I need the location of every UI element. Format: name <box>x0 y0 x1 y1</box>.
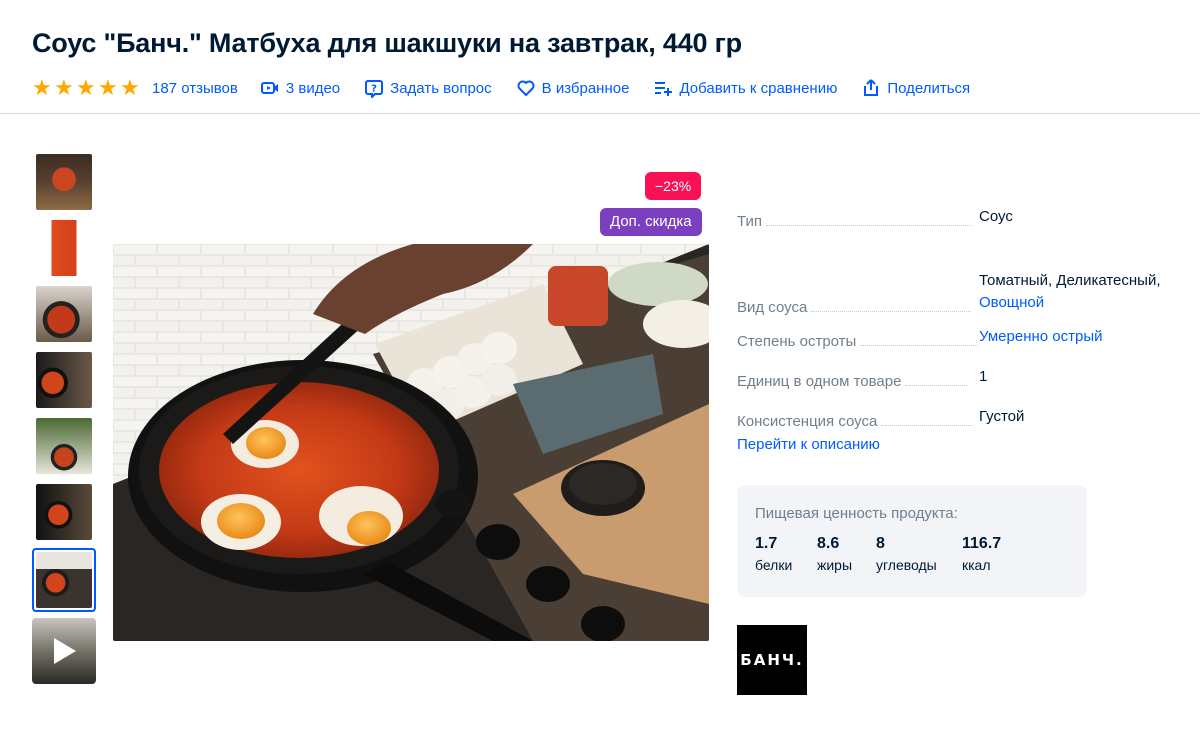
heart-icon <box>516 78 536 98</box>
nutrition-value: 116.7 <box>962 535 1002 552</box>
brand-logo[interactable]: БАНЧ. <box>737 625 807 695</box>
thumbnail[interactable] <box>32 152 96 212</box>
spec-value: Томатный, Деликатесный, Овощной <box>979 270 1161 314</box>
star-icon: ★ <box>98 75 118 100</box>
favorite-button[interactable]: В избранное <box>516 78 630 98</box>
nutrition-label: жиры <box>817 557 853 573</box>
nutrition-value: 8.6 <box>817 535 840 552</box>
star-icon: ★ <box>54 75 74 100</box>
thumbnail[interactable] <box>32 416 96 476</box>
product-specs: Тип Соус Вид соуса Томатный, Деликатесны… <box>737 206 1177 430</box>
spec-value: 1 <box>979 368 988 385</box>
share-label: Поделиться <box>887 79 971 97</box>
thumbnail[interactable] <box>32 350 96 410</box>
share-button[interactable]: Поделиться <box>861 78 970 98</box>
nutrition-label: ккал <box>962 557 991 573</box>
nutrition-item: 116.7 ккал <box>962 534 1001 576</box>
rating-stars[interactable]: ★ ★ ★ ★ ★ <box>32 75 140 100</box>
spec-row: Единиц в одном товаре 1 <box>737 366 1177 390</box>
nutrition-item: 8 углеводы <box>876 534 946 576</box>
thumbnail-active[interactable] <box>32 548 96 612</box>
spec-value: Соус <box>979 208 1013 225</box>
spec-dots <box>860 345 979 346</box>
nutrition-item: 8.6 жиры <box>817 534 860 576</box>
spec-name: Вид соуса <box>737 299 808 316</box>
nutrition-value: 1.7 <box>755 535 778 552</box>
spec-value: Густой <box>979 408 1025 425</box>
discount-badge: −23% <box>645 172 702 200</box>
nutrition-values: 1.7 белки 8.6 жиры 8 углеводы 116.7 ккал <box>755 534 1069 576</box>
nutrition-title: Пищевая ценность продукта: <box>755 505 958 522</box>
spec-value-text: Томатный, Деликатесный, <box>979 272 1161 289</box>
question-icon: ? <box>364 78 384 98</box>
spec-name: Степень остроты <box>737 333 857 350</box>
spec-name: Единиц в одном товаре <box>737 373 902 390</box>
video-thumbnail[interactable] <box>32 618 96 684</box>
video-icon <box>260 78 280 98</box>
spec-row: Тип Соус <box>737 206 1177 230</box>
star-icon: ★ <box>76 75 96 100</box>
spec-dots <box>766 225 973 226</box>
share-icon <box>861 78 881 98</box>
nutrition-value: 8 <box>876 535 885 552</box>
thumbnail[interactable] <box>32 482 96 542</box>
product-actions-bar: ★ ★ ★ ★ ★ 187 отзывов 3 видео ? Задать в… <box>32 76 994 100</box>
spec-dots <box>811 311 972 312</box>
spec-row: Степень остроты Умеренно острый <box>737 326 1177 350</box>
videos-label: 3 видео <box>285 79 341 97</box>
nutrition-card: Пищевая ценность продукта: 1.7 белки 8.6… <box>737 485 1087 597</box>
spec-name: Тип <box>737 213 763 230</box>
nutrition-label: белки <box>755 557 793 573</box>
svg-text:?: ? <box>371 84 377 95</box>
spec-row: Вид соуса Томатный, Деликатесный, Овощно… <box>737 254 1177 316</box>
main-product-image[interactable] <box>113 244 709 641</box>
compare-label: Добавить к сравнению <box>679 79 838 97</box>
reviews-link[interactable]: 187 отзывов <box>152 80 238 97</box>
compare-icon <box>653 78 673 98</box>
spec-dots <box>905 385 968 386</box>
nutrition-label: углеводы <box>876 557 937 573</box>
thumbnail[interactable] <box>32 218 96 278</box>
spec-value-link[interactable]: Умеренно острый <box>979 326 1103 348</box>
star-icon: ★ <box>120 75 140 100</box>
thumbnail[interactable] <box>32 284 96 344</box>
compare-button[interactable]: Добавить к сравнению <box>653 78 837 98</box>
ask-question-button[interactable]: ? Задать вопрос <box>364 78 492 98</box>
spec-value-link[interactable]: Овощной <box>979 294 1044 311</box>
videos-button[interactable]: 3 видео <box>260 78 340 98</box>
nutrition-item: 1.7 белки <box>755 534 801 576</box>
ask-question-label: Задать вопрос <box>390 79 492 97</box>
gallery-thumbnails <box>32 152 98 690</box>
spec-name: Консистенция соуса <box>737 413 878 430</box>
spec-dots <box>881 425 974 426</box>
play-icon <box>54 638 76 664</box>
favorite-label: В избранное <box>541 79 630 97</box>
product-title: Соус "Банч." Матбуха для шакшуки на завт… <box>32 28 742 58</box>
star-icon: ★ <box>32 75 52 100</box>
go-to-description-link[interactable]: Перейти к описанию <box>737 436 880 453</box>
header-divider <box>0 113 1200 114</box>
extra-discount-badge[interactable]: Доп. скидка <box>600 208 702 236</box>
spec-row: Консистенция соуса Густой <box>737 406 1177 430</box>
